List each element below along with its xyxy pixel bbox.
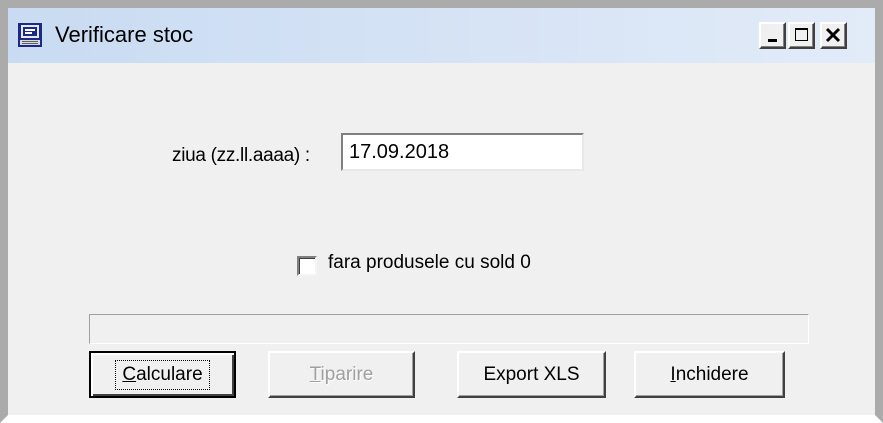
calculare-button-label: Calculare [115,359,210,390]
inchidere-button[interactable]: Inchidere [634,351,785,398]
minimize-button[interactable] [759,22,786,49]
calculare-button[interactable]: Calculare [89,351,236,398]
tiparire-button[interactable]: Tiparire [268,351,415,398]
date-input[interactable] [341,133,584,171]
maximize-icon [795,28,808,41]
tiparire-button-label: Tiparire [309,363,374,385]
window-title: Verificare stoc [55,22,194,47]
date-label: ziua (zz.ll.aaaa) : [172,145,310,166]
progress-bar [89,314,809,344]
inchidere-button-label: Inchidere [670,363,749,385]
computer-icon[interactable] [18,23,42,47]
verificare-stoc-window: Verificare stoc ziua (zz.ll.aaaa) : fara… [0,0,883,423]
close-icon [825,27,841,43]
title-bar[interactable]: Verificare stoc [8,8,875,63]
maximize-button[interactable] [788,22,815,49]
zero-balance-checkbox-label[interactable]: fara produsele cu sold 0 [328,252,531,274]
minimize-icon [768,39,777,42]
export-xls-button[interactable]: Export XLS [457,351,606,398]
close-button[interactable] [820,22,847,49]
zero-balance-checkbox[interactable] [297,256,317,276]
